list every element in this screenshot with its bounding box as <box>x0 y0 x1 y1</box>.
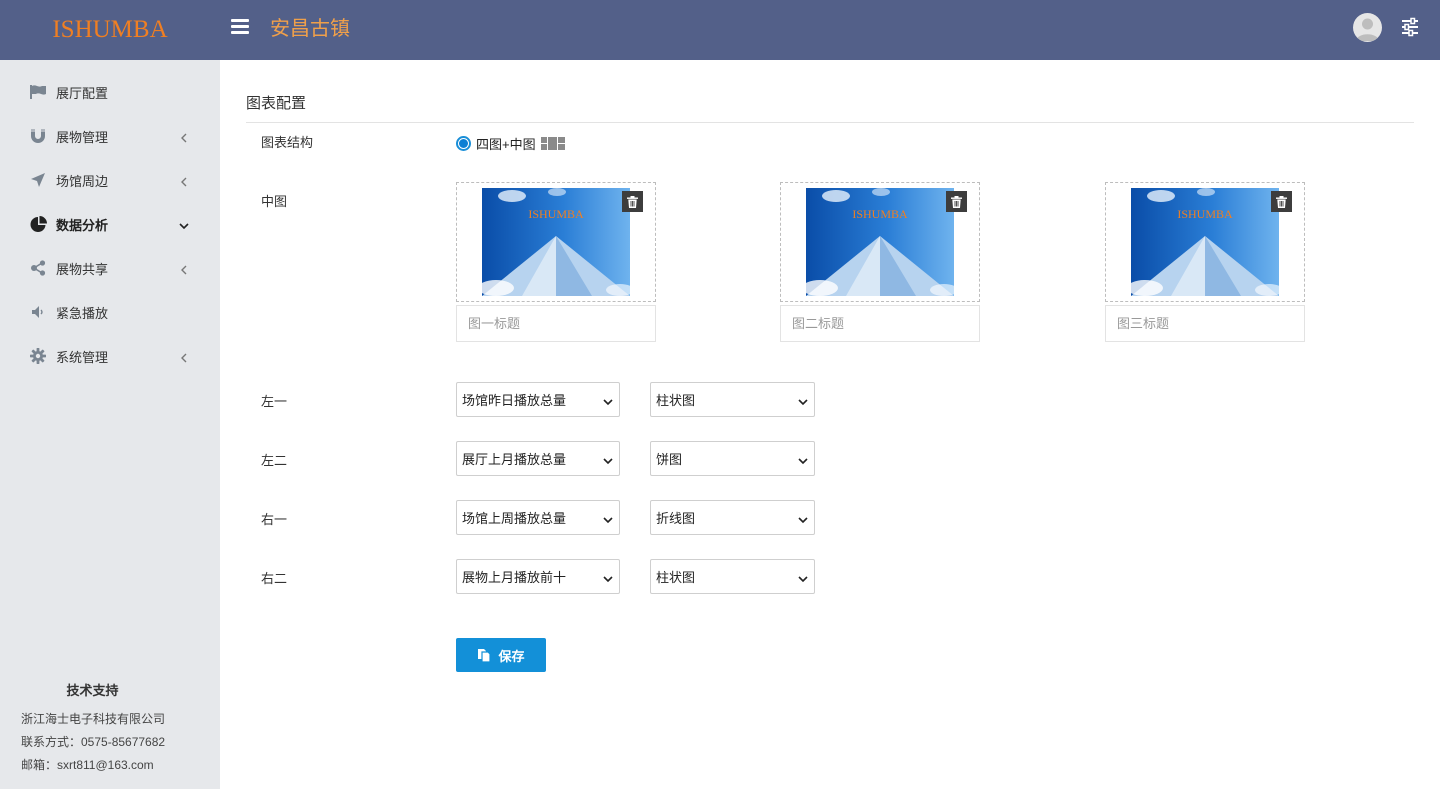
center-image-slot-1[interactable]: ISHUMBA <box>456 182 656 302</box>
select-value: 场馆昨日播放总量 <box>462 393 567 408</box>
select-value: 柱状图 <box>656 570 696 585</box>
data-source-select-left-2[interactable]: 展厅上月播放总量 <box>456 441 620 476</box>
select-value: 柱状图 <box>656 393 696 408</box>
uploaded-image: ISHUMBA <box>806 188 954 296</box>
location-arrow-icon <box>29 171 47 189</box>
center-image-label: 中图 <box>261 194 288 209</box>
volume-icon <box>29 303 47 321</box>
row-label-right-1: 右一 <box>261 512 288 527</box>
sidebar-item-exhibit-manage[interactable]: 展物管理 <box>0 114 220 158</box>
trash-icon[interactable] <box>946 191 967 212</box>
chevron-down-icon <box>603 513 613 524</box>
sidebar-item-label: 紧急播放 <box>56 305 109 321</box>
row-label-left-2: 左二 <box>261 453 288 468</box>
chart-type-select-right-1[interactable]: 折线图 <box>650 500 815 535</box>
select-value: 场馆上周播放总量 <box>462 511 567 526</box>
uploaded-image: ISHUMBA <box>482 188 630 296</box>
chevron-down-icon <box>603 454 613 465</box>
image-title-input-3[interactable] <box>1105 305 1305 342</box>
chart-type-select-left-1[interactable]: 柱状图 <box>650 382 815 417</box>
radio-button[interactable] <box>456 136 471 151</box>
uploaded-image: ISHUMBA <box>1131 188 1279 296</box>
trash-icon[interactable] <box>1271 191 1292 212</box>
row-label-right-2: 右二 <box>261 571 288 586</box>
radio-label: 四图+中图 <box>476 137 536 152</box>
chevron-left-icon <box>179 175 189 187</box>
brand-logo[interactable]: ISHUMBA <box>0 0 220 60</box>
sidebar-item-emergency-play[interactable]: 紧急播放 <box>0 290 220 334</box>
trash-icon[interactable] <box>622 191 643 212</box>
structure-radio-four-plus-center[interactable]: 四图+中图 <box>456 134 536 153</box>
center-image-slot-3[interactable]: ISHUMBA <box>1105 182 1305 302</box>
image-title-input-2[interactable] <box>780 305 980 342</box>
chevron-down-icon <box>603 572 613 583</box>
site-title: 安昌古镇 <box>270 18 350 40</box>
select-value: 饼图 <box>656 452 683 467</box>
sliders-settings-icon[interactable] <box>1400 17 1420 37</box>
data-source-select-left-1[interactable]: 场馆昨日播放总量 <box>456 382 620 417</box>
row-label-left-1: 左一 <box>261 394 288 409</box>
sidebar-item-system-manage[interactable]: 系统管理 <box>0 334 220 378</box>
divider <box>246 122 1414 123</box>
support-email: 邮箱：sxrt811@163.com <box>21 758 154 772</box>
save-button-label: 保存 <box>498 648 525 664</box>
sidebar-item-label: 展物管理 <box>56 129 109 145</box>
chart-type-select-left-2[interactable]: 饼图 <box>650 441 815 476</box>
pie-chart-icon <box>29 215 47 233</box>
sidebar-item-label: 展厅配置 <box>56 85 109 101</box>
layout-grid-icon <box>541 137 565 150</box>
sidebar-item-label: 场馆周边 <box>56 173 109 189</box>
structure-label: 图表结构 <box>261 135 314 150</box>
chart-type-select-right-2[interactable]: 柱状图 <box>650 559 815 594</box>
image-logo-text: ISHUMBA <box>852 207 908 221</box>
sidebar-item-label: 展物共享 <box>56 261 109 277</box>
select-value: 展厅上月播放总量 <box>462 452 567 467</box>
save-button[interactable]: 保存 <box>456 638 546 672</box>
page-title: 图表配置 <box>246 95 307 112</box>
data-source-select-right-1[interactable]: 场馆上周播放总量 <box>456 500 620 535</box>
image-logo-text: ISHUMBA <box>528 207 584 221</box>
data-source-select-right-2[interactable]: 展物上月播放前十 <box>456 559 620 594</box>
chevron-left-icon <box>179 131 189 143</box>
user-avatar-icon[interactable] <box>1353 13 1382 42</box>
image-logo-text: ISHUMBA <box>1177 207 1233 221</box>
center-image-slot-2[interactable]: ISHUMBA <box>780 182 980 302</box>
share-icon <box>29 259 47 277</box>
gear-icon <box>29 347 47 365</box>
sidebar-item-venue-around[interactable]: 场馆周边 <box>0 158 220 202</box>
support-company: 浙江海士电子科技有限公司 <box>21 712 166 726</box>
chevron-down-icon <box>798 572 808 583</box>
main-content: 图表配置 图表结构 四图+中图 中图 ISHUMBA 图一标题 ISHUMBA … <box>220 60 1440 789</box>
sidebar-item-hall-config[interactable]: 展厅配置 <box>0 70 220 114</box>
copy-icon <box>478 648 492 663</box>
chevron-down-icon <box>798 454 808 465</box>
top-header: ISHUMBA 安昌古镇 <box>0 0 1440 60</box>
select-value: 折线图 <box>656 511 696 526</box>
chevron-left-icon <box>179 351 189 363</box>
chevron-down-icon <box>179 219 189 230</box>
sidebar-item-exhibit-share[interactable]: 展物共享 <box>0 246 220 290</box>
chevron-down-icon <box>798 513 808 524</box>
image-title-input-1[interactable] <box>456 305 656 342</box>
chevron-left-icon <box>179 263 189 275</box>
support-title: 技术支持 <box>66 683 119 698</box>
sidebar-item-data-analysis[interactable]: 数据分析 <box>0 202 220 246</box>
chevron-down-icon <box>603 395 613 406</box>
support-contact: 联系方式：0575-85677682 <box>21 735 166 749</box>
flag-icon <box>29 83 47 101</box>
menu-toggle-icon[interactable] <box>231 19 249 35</box>
magnet-icon <box>29 127 47 145</box>
sidebar-item-label: 数据分析 <box>56 217 109 233</box>
sidebar-item-label: 系统管理 <box>56 349 109 365</box>
sidebar: 展厅配置 展物管理 场馆周边 数据分析 展物共享 紧急播放 系统管理 技术支持 … <box>0 60 220 789</box>
select-value: 展物上月播放前十 <box>462 570 567 585</box>
chevron-down-icon <box>798 395 808 406</box>
